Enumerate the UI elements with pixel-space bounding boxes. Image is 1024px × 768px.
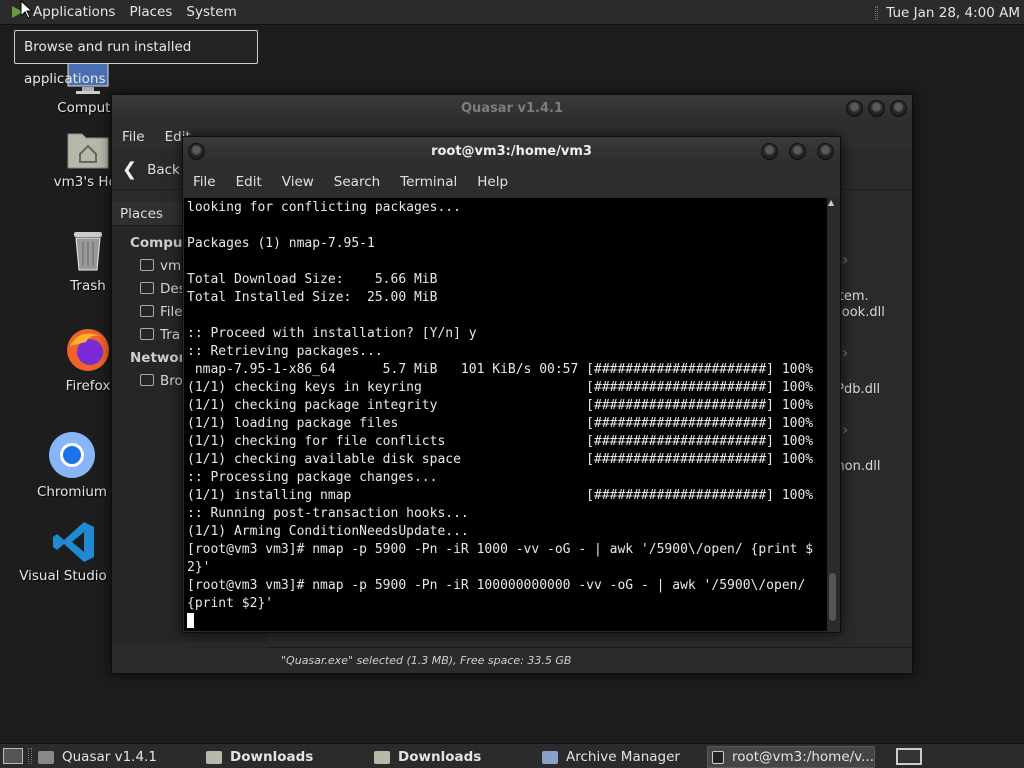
menu-help[interactable]: Help [467,174,518,190]
filesystem-icon [140,305,154,317]
terminal-scrollbar[interactable]: ▲ [827,198,838,631]
vscode-icon [53,522,94,562]
taskbar-item-label: root@vm3:/home/v... [731,749,874,765]
terminal-line: [root@vm3 vm3]# nmap -p 5900 -Pn -iR 100… [187,542,814,557]
terminal-line: :: Proceed with installation? [Y/n] y [187,326,477,341]
taskbar-item-downloads-2[interactable]: Downloads [374,746,534,768]
terminal-icon [712,750,724,764]
terminal-line: (1/1) installing nmap [#################… [187,488,814,503]
desktop-icon [140,282,154,294]
window-titlebar[interactable]: Quasar v1.4.1 [112,95,912,123]
chevron-right-icon: › [842,343,849,362]
window-menu-button[interactable] [188,143,205,160]
show-desktop-icon[interactable] [3,748,23,764]
archive-icon [542,750,558,764]
back-arrow-icon[interactable]: ❮ [122,159,137,180]
window-title: root@vm3:/home/vm3 [431,144,592,159]
taskbar-item-terminal[interactable]: root@vm3:/home/v... [707,746,875,768]
window-titlebar[interactable]: root@vm3:/home/vm3 [183,137,840,167]
folder-icon [374,750,390,764]
tooltip: Browse and run installed applications [14,30,258,87]
terminal-line: Total Installed Size: 25.00 MiB [187,290,438,305]
terminal-line: [root@vm3 vm3]# nmap -p 5900 -Pn -iR 100… [187,578,806,593]
terminal-line: Packages (1) nmap-7.95-1 [187,236,375,251]
trash-icon [74,232,102,271]
status-bar: "Quasar.exe" selected (1.3 MB), Free spa… [267,647,912,673]
taskbar-item-archive-manager[interactable]: Archive Manager [542,746,702,768]
top-panel: Applications Places System Tue Jan 28, 4… [0,0,1024,25]
maximize-button[interactable] [868,100,885,117]
places-item-label: Tra [160,327,181,343]
window-title: Quasar v1.4.1 [460,101,563,116]
close-button[interactable] [890,100,907,117]
clock[interactable]: Tue Jan 28, 4:00 AM [878,5,1020,21]
workspace-switcher[interactable] [896,748,922,765]
terminal-output[interactable]: looking for conflicting packages... Pack… [184,198,828,631]
back-button[interactable]: Back [147,162,180,178]
terminal-line: :: Retrieving packages... [187,344,383,359]
taskbar-item-downloads[interactable]: Downloads [206,746,366,768]
terminal-line: nmap-7.95-1-x86_64 5.7 MiB 101 KiB/s 00:… [187,362,814,377]
taskbar-item-label: Archive Manager [566,749,680,765]
menu-file[interactable]: File [112,129,155,145]
close-button[interactable] [817,143,834,160]
menu-view[interactable]: View [272,174,324,190]
terminal-prompt-line[interactable] [187,613,825,631]
scrollbar-thumb[interactable] [829,573,836,621]
chromium-icon [49,432,95,478]
clock-area: Tue Jan 28, 4:00 AM [875,0,1020,25]
folder-icon [206,750,222,764]
mouse-pointer-icon [20,0,34,19]
menu-terminal[interactable]: Terminal [390,174,467,190]
menu-applications[interactable]: Applications [26,0,122,25]
places-item-label: Bro [160,373,183,389]
menu-system[interactable]: System [179,0,243,25]
chevron-right-icon: › [842,250,849,269]
home-folder-icon [67,133,109,169]
bottom-panel: Quasar v1.4.1 Downloads Downloads Archiv… [0,743,1024,768]
panel-separator [28,748,32,764]
terminal-line: (1/1) checking keys in keyring [########… [187,380,814,395]
home-icon [140,259,154,271]
maximize-button[interactable] [789,143,806,160]
places-item-label: File [160,304,183,320]
menu-edit[interactable]: Edit [226,174,272,190]
terminal-line: Total Download Size: 5.66 MiB [187,272,438,287]
taskbar-item-quasar[interactable]: Quasar v1.4.1 [38,746,198,768]
scroll-up-icon[interactable]: ▲ [828,198,834,207]
terminal-line: (1/1) checking for file conflicts [#####… [187,434,814,449]
chevron-right-icon: › [842,420,849,439]
terminal-line: (1/1) checking package integrity [######… [187,398,814,413]
menu-search[interactable]: Search [324,174,390,190]
terminal-menubar: File Edit View Search Terminal Help [183,167,840,196]
taskbar-item-label: Downloads [398,749,482,765]
menu-places[interactable]: Places [122,0,179,25]
minimize-button[interactable] [761,143,778,160]
terminal-line: (1/1) checking available disk space [###… [187,452,814,467]
window-icon [38,750,54,764]
network-icon [140,374,154,386]
terminal-window[interactable]: root@vm3:/home/vm3 File Edit View Search… [182,136,841,633]
terminal-line: :: Processing package changes... [187,470,438,485]
firefox-icon [67,329,109,371]
terminal-line: {print $2}' [187,596,274,611]
trash-icon [140,328,154,340]
terminal-line: :: Running post-transaction hooks... [187,506,469,521]
terminal-line: (1/1) loading package files [###########… [187,416,814,431]
terminal-line: looking for conflicting packages... [187,200,461,215]
terminal-line: 2}' [187,560,211,575]
terminal-line: (1/1) Arming ConditionNeedsUpdate... [187,524,469,539]
text-cursor [187,613,194,628]
taskbar-item-label: Quasar v1.4.1 [62,749,157,765]
menu-file[interactable]: File [183,174,226,190]
taskbar-item-label: Downloads [230,749,314,765]
minimize-button[interactable] [846,100,863,117]
